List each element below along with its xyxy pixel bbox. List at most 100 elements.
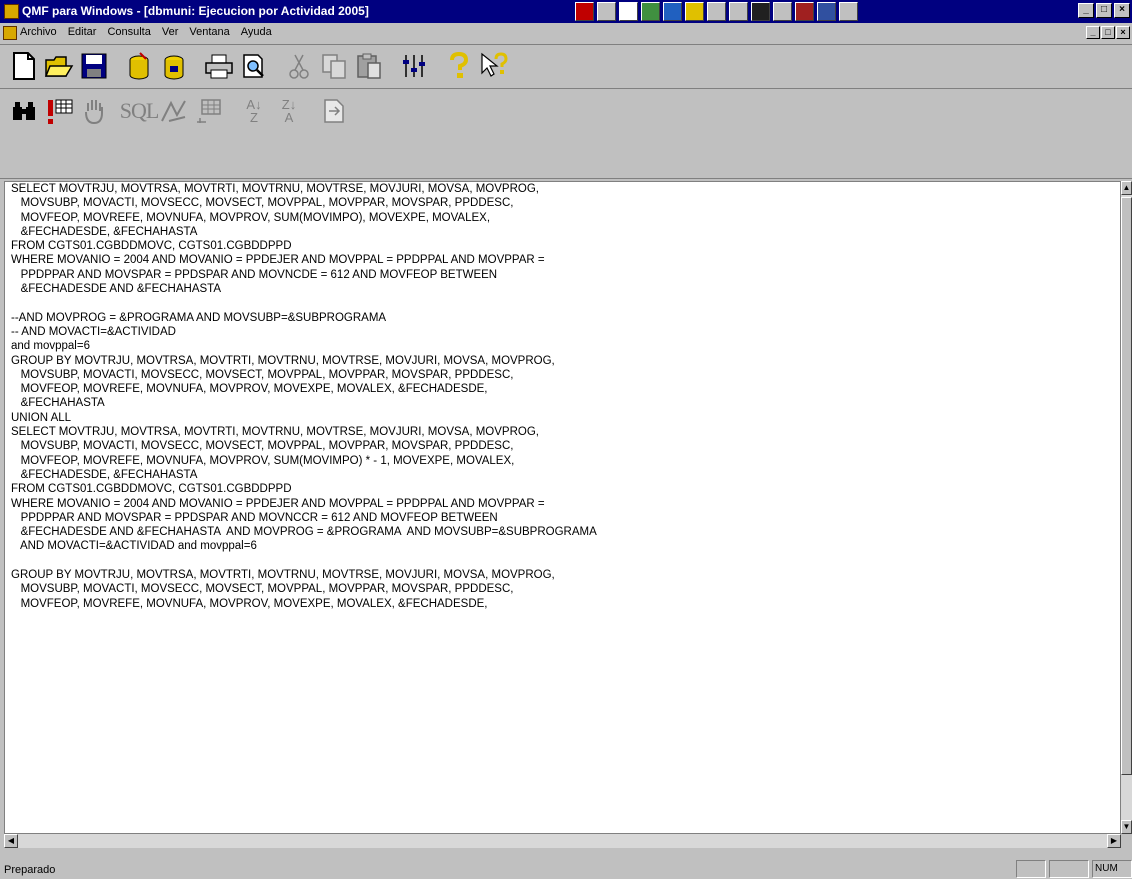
menu-ventana[interactable]: Ventana: [189, 26, 229, 38]
tray-icon[interactable]: [641, 2, 660, 21]
taskbar-tray-icons: [575, 2, 858, 21]
scroll-down-button[interactable]: ▼: [1121, 820, 1132, 834]
doc-close-button[interactable]: ×: [1116, 26, 1130, 39]
query-line: [5, 554, 1120, 568]
export-icon: [324, 99, 344, 123]
context-help-icon: [481, 52, 508, 77]
menu-bar: Archivo Editar Consulta Ver Ventana Ayud…: [0, 23, 1132, 43]
export-button[interactable]: [317, 93, 351, 129]
doc-restore-button[interactable]: □: [1101, 26, 1115, 39]
db-save-button[interactable]: [157, 48, 191, 84]
tray-icon[interactable]: [597, 2, 616, 21]
app-icon[interactable]: [4, 4, 19, 19]
title-bar[interactable]: QMF para Windows - [dbmuni: Ejecucion po…: [0, 0, 1132, 23]
status-panel: [1016, 860, 1046, 878]
vertical-scrollbar[interactable]: ▲ ▼: [1121, 181, 1132, 834]
open-button[interactable]: [42, 48, 76, 84]
tray-icon[interactable]: [707, 2, 726, 21]
open-folder-icon: [44, 56, 74, 77]
query-line: WHERE MOVANIO = 2004 AND MOVANIO = PPDEJ…: [11, 254, 545, 267]
menu-editar[interactable]: Editar: [68, 26, 97, 38]
query-line: &FECHADESDE, &FECHAHASTA: [11, 225, 198, 238]
new-file-icon: [13, 52, 35, 80]
sort-descending-icon: Z↓A: [281, 97, 297, 125]
tray-icon[interactable]: [773, 2, 792, 21]
menu-consulta[interactable]: Consulta: [107, 26, 150, 38]
tray-icon[interactable]: [839, 2, 858, 21]
run-query-icon: [48, 99, 73, 124]
minimize-button[interactable]: _: [1078, 3, 1094, 18]
doc-minimize-button[interactable]: _: [1086, 26, 1100, 39]
tray-icon[interactable]: [795, 2, 814, 21]
scroll-right-button[interactable]: ▶: [1107, 834, 1121, 848]
scroll-thumb[interactable]: [1121, 197, 1132, 775]
query-line: GROUP BY MOVTRJU, MOVTRSA, MOVTRTI, MOVT…: [11, 354, 555, 367]
stop-hand-icon: [85, 100, 103, 125]
sort-ascending-button[interactable]: A↓Z: [237, 93, 271, 129]
query-line: PPDPPAR AND MOVSPAR = PPDSPAR AND MOVNCC…: [11, 511, 498, 524]
maximize-button[interactable]: □: [1096, 3, 1112, 18]
form-button[interactable]: [192, 93, 226, 129]
horizontal-scrollbar[interactable]: ◀ ▶: [4, 834, 1121, 848]
print-icon: [205, 54, 233, 79]
query-line: MOVFEOP, MOVREFE, MOVNUFA, MOVPROV, SUM(…: [11, 211, 491, 224]
menu-ver[interactable]: Ver: [162, 26, 179, 38]
num-lock-indicator: NUM: [1092, 860, 1132, 878]
query-line: and movppal=6: [11, 340, 90, 353]
print-button[interactable]: [202, 48, 236, 84]
tray-icon[interactable]: [817, 2, 836, 21]
db-open-button[interactable]: [122, 48, 156, 84]
grid-form-icon: [197, 99, 221, 123]
print-preview-icon: [243, 54, 264, 78]
options-button[interactable]: [397, 48, 431, 84]
db-open-icon: [129, 52, 149, 80]
copy-icon: [322, 54, 346, 79]
divider: [0, 88, 1132, 89]
query-line: AND MOVACTI=&ACTIVIDAD and movppal=6: [11, 540, 257, 553]
stop-button[interactable]: [77, 93, 111, 129]
db-save-icon: [164, 55, 184, 80]
scroll-left-button[interactable]: ◀: [4, 834, 18, 848]
find-button[interactable]: [7, 93, 41, 129]
context-help-button[interactable]: [477, 48, 511, 84]
cut-button[interactable]: [282, 48, 316, 84]
status-text: Preparado: [4, 864, 56, 876]
scroll-up-button[interactable]: ▲: [1121, 181, 1132, 195]
sort-ascending-icon: A↓Z: [246, 97, 262, 125]
query-line: &FECHADESDE AND &FECHAHASTA: [11, 283, 222, 296]
document-icon[interactable]: [3, 26, 17, 40]
query-line: SELECT MOVTRJU, MOVTRSA, MOVTRTI, MOVTRN…: [11, 426, 539, 439]
menu-ayuda[interactable]: Ayuda: [241, 26, 272, 38]
paste-button[interactable]: [352, 48, 386, 84]
document-window-controls: _ □ ×: [1086, 26, 1130, 39]
draw-button[interactable]: [157, 93, 191, 129]
divider: [0, 178, 1132, 179]
paste-icon: [357, 53, 381, 79]
query-line: [5, 296, 1120, 310]
menu-archivo[interactable]: Archivo: [20, 26, 57, 38]
copy-button[interactable]: [317, 48, 351, 84]
query-line: MOVSUBP, MOVACTI, MOVSECC, MOVSECT, MOVP…: [11, 368, 514, 381]
sql-button[interactable]: SQL: [119, 93, 160, 129]
tray-icon[interactable]: [619, 2, 638, 21]
tray-icon[interactable]: [575, 2, 594, 21]
query-line: -- AND MOVACTI=&ACTIVIDAD: [11, 325, 176, 338]
tray-icon[interactable]: [729, 2, 748, 21]
help-button[interactable]: [442, 48, 476, 84]
tray-icon[interactable]: [751, 2, 770, 21]
print-preview-button[interactable]: [237, 48, 271, 84]
tray-icon[interactable]: [663, 2, 682, 21]
save-disk-icon: [81, 53, 107, 79]
close-button[interactable]: ×: [1114, 3, 1130, 18]
query-line: GROUP BY MOVTRJU, MOVTRSA, MOVTRTI, MOVT…: [11, 569, 555, 582]
save-button[interactable]: [77, 48, 111, 84]
new-file-button[interactable]: [7, 48, 41, 84]
sort-descending-button[interactable]: Z↓A: [272, 93, 306, 129]
sql-icon: SQL: [119, 98, 160, 123]
query-toolbar: SQL A↓Z Z↓A: [7, 90, 352, 132]
tray-icon[interactable]: [685, 2, 704, 21]
sql-query-editor[interactable]: SELECT MOVTRJU, MOVTRSA, MOVTRTI, MOVTRN…: [4, 181, 1121, 834]
query-line: &FECHADESDE AND &FECHAHASTA AND MOVPROG …: [11, 526, 597, 539]
run-query-button[interactable]: [42, 93, 76, 129]
query-line: WHERE MOVANIO = 2004 AND MOVANIO = PPDEJ…: [11, 497, 545, 510]
